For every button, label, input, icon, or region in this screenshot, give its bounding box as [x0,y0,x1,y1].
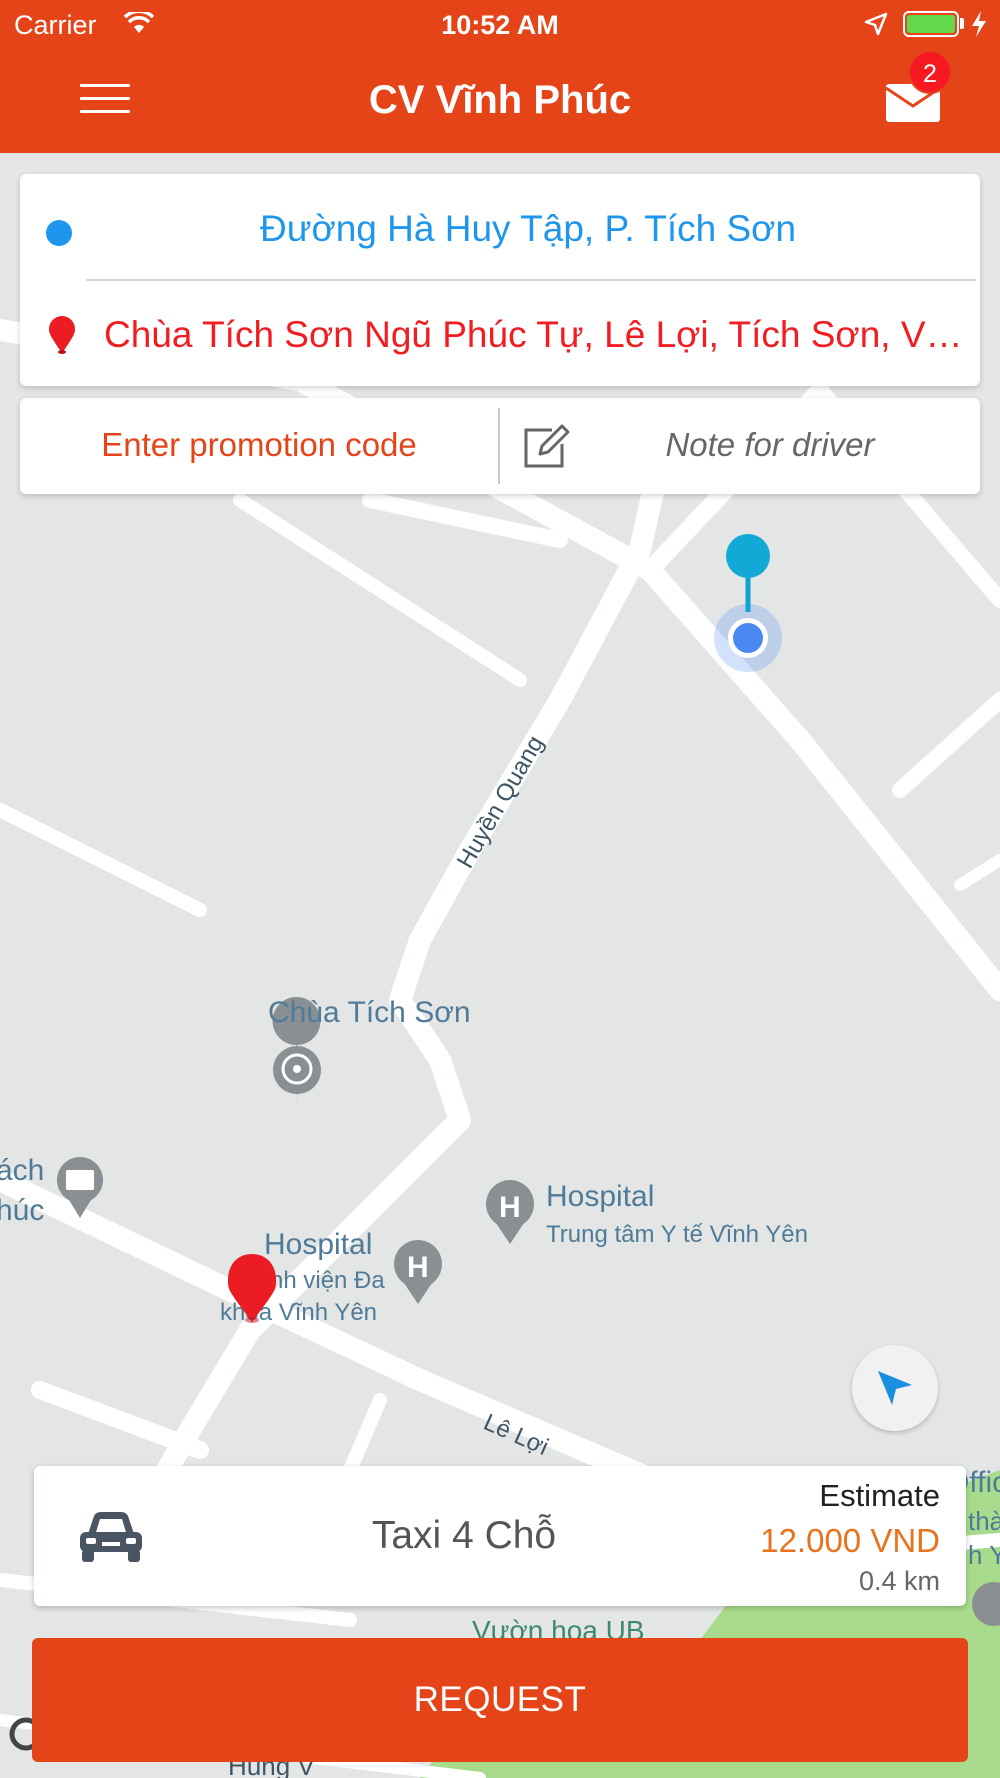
hospital-1-subtitle: Trung tâm Y tế Vĩnh Yên [546,1221,808,1248]
app-header: Carrier 10:52 AM CV Vĩnh Phúc 2 [0,0,1000,153]
page-title: CV Vĩnh Phúc [368,78,632,122]
request-button[interactable]: REQUEST [32,1638,968,1762]
hospital-icon: H [407,1251,429,1284]
address-card: Đường Hà Huy Tập, P. Tích Sơn Chùa Tích … [20,174,980,386]
edit-note-icon[interactable] [522,424,570,470]
options-divider [498,408,500,484]
hospital-1-title: Hospital [546,1180,654,1213]
driver-note-field[interactable]: Note for driver [580,426,960,464]
clock: 10:52 AM [441,10,559,40]
address-divider [86,279,976,281]
promotion-code-button[interactable]: Enter promotion code [20,426,498,464]
location-services-icon [864,12,888,36]
left-poi-label-1: ách [0,1154,44,1187]
temple-label: Chùa Tích Sơn [268,996,471,1029]
right-poi-label-2: thà [968,1506,1000,1536]
location-arrow-icon [878,1371,912,1405]
pickup-dot-icon [46,220,72,246]
right-poi-label-3: h Y [968,1540,1000,1570]
battery-tip [960,18,964,29]
estimate-price: 12.000 VND [760,1522,940,1559]
hospital-2-title: Hospital [264,1228,372,1261]
left-poi-label-2: húc [0,1194,44,1227]
options-card: Enter promotion code Note for driver [20,398,980,494]
estimate-label: Estimate [819,1478,940,1513]
pickup-address-field[interactable]: Đường Hà Huy Tập, P. Tích Sơn [86,208,970,250]
status-bar: Carrier 10:52 AM [0,0,1000,50]
destination-pin-icon [49,316,75,354]
hospital-2-subtitle-1: nh viện Đa [270,1267,385,1294]
service-option-card[interactable]: Taxi 4 Chỗ Estimate 12.000 VND 0.4 km [34,1466,966,1606]
battery-icon [903,11,959,37]
notification-badge: 2 [908,50,952,94]
estimate-distance: 0.4 km [858,1566,940,1596]
money-icon [66,1170,94,1190]
charging-bolt-icon [972,11,986,37]
hospital-icon: H [499,1191,521,1224]
destination-address-field[interactable]: Chùa Tích Sơn Ngũ Phúc Tự, Lê Lợi, Tích … [104,314,970,356]
my-location-button[interactable] [852,1345,938,1431]
